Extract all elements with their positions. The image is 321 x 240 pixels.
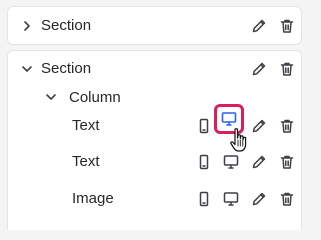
- desktop-icon[interactable]: [220, 110, 238, 128]
- chevron-down-icon[interactable]: [44, 90, 58, 104]
- pencil-icon[interactable]: [250, 117, 268, 135]
- section-expanded-card: Section Column Text Text Image: [7, 50, 302, 230]
- mobile-icon[interactable]: [195, 117, 213, 135]
- hand-cursor-icon: [229, 127, 251, 155]
- pencil-icon[interactable]: [250, 153, 268, 171]
- trash-icon[interactable]: [278, 117, 296, 135]
- column-label: Column: [69, 89, 121, 106]
- trash-icon[interactable]: [278, 153, 296, 171]
- item-label: Text: [72, 117, 100, 134]
- section-label: Section: [41, 17, 92, 34]
- chevron-right-icon[interactable]: [20, 19, 34, 33]
- section-collapsed-card: Section: [7, 6, 302, 45]
- trash-icon[interactable]: [278, 17, 296, 35]
- item-label: Image: [72, 190, 114, 207]
- pencil-icon[interactable]: [250, 60, 268, 78]
- mobile-icon[interactable]: [195, 153, 213, 171]
- item-label: Text: [72, 153, 100, 170]
- pencil-icon[interactable]: [250, 17, 268, 35]
- desktop-icon[interactable]: [222, 190, 240, 208]
- trash-icon[interactable]: [278, 60, 296, 78]
- section-label: Section: [41, 60, 92, 77]
- trash-icon[interactable]: [278, 190, 296, 208]
- pencil-icon[interactable]: [250, 190, 268, 208]
- desktop-icon[interactable]: [222, 153, 240, 171]
- mobile-icon[interactable]: [195, 190, 213, 208]
- chevron-down-icon[interactable]: [20, 62, 34, 76]
